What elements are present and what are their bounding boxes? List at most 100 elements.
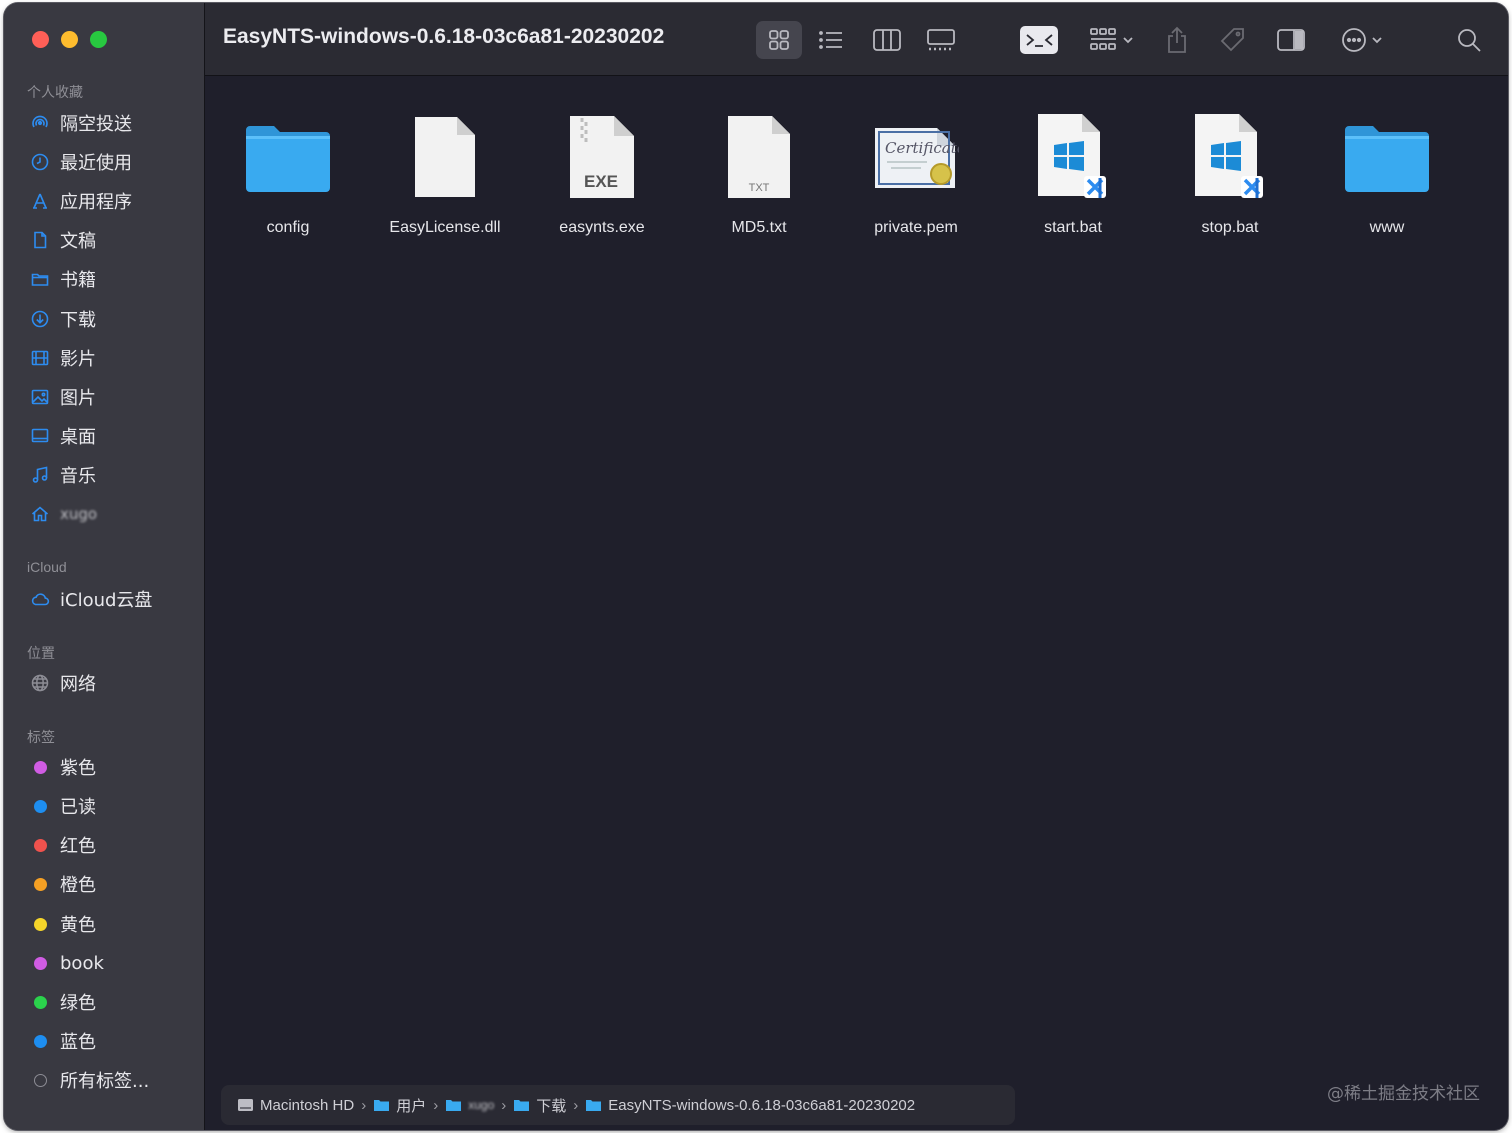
sidebar-item-label: xugo	[60, 505, 98, 523]
sidebar: 个人收藏 隔空投送 最近使用 应用程序 文稿 书籍 下载 影片 图片 桌面 音乐…	[4, 3, 205, 1130]
sidebar-item-desktop[interactable]: 桌面	[28, 420, 96, 452]
tag-dot-icon	[28, 755, 52, 779]
share-icon	[1168, 26, 1186, 53]
sidebar-item-applications[interactable]: 应用程序	[28, 185, 132, 217]
batch-file-icon	[1023, 107, 1123, 207]
sidebar-item-label: 图片	[60, 388, 96, 409]
tag-dot-icon	[28, 833, 52, 857]
tag-dot-icon	[28, 990, 52, 1014]
file-name: www	[1369, 219, 1405, 236]
sidebar-tag-book[interactable]: book	[28, 947, 104, 979]
folder-icon	[514, 1100, 530, 1111]
minimize-button[interactable]	[61, 31, 78, 48]
share-button[interactable]	[1157, 21, 1197, 59]
clock-icon	[28, 150, 52, 174]
file-item[interactable]: start.bat	[995, 107, 1151, 237]
sidebar-item-documents[interactable]: 文稿	[28, 224, 96, 256]
path-bar: Macintosh HD › 用户 › xugo › 下载 › EasyNTS-…	[221, 1085, 1015, 1125]
path-item-disk[interactable]: Macintosh HD	[237, 1097, 354, 1114]
sidebar-tag-green[interactable]: 绿色	[28, 986, 96, 1018]
sidebar-item-label: 影片	[60, 349, 96, 370]
sidebar-item-network[interactable]: 网络	[28, 667, 96, 699]
file-item[interactable]: config	[210, 107, 366, 237]
disk-icon	[238, 1099, 253, 1111]
preview-pane-button[interactable]	[1269, 21, 1313, 59]
path-separator: ›	[501, 1096, 507, 1114]
path-item-home[interactable]: xugo	[445, 1098, 494, 1112]
sidebar-item-books[interactable]: 书籍	[28, 263, 96, 295]
sidebar-item-downloads[interactable]: 下载	[28, 303, 96, 335]
file-item[interactable]: EasyLicense.dll	[367, 107, 523, 237]
file-name: EasyLicense.dll	[389, 219, 501, 236]
file-item[interactable]: EXE easynts.exe	[524, 107, 680, 237]
close-button[interactable]	[32, 31, 49, 48]
icloud-header: iCloud	[27, 559, 67, 575]
sidebar-item-label: 红色	[60, 836, 96, 857]
zoom-button[interactable]	[90, 31, 107, 48]
music-icon	[28, 463, 52, 487]
folder-icon	[446, 1100, 462, 1111]
list-view-button[interactable]	[809, 21, 853, 59]
sidebar-item-label: book	[60, 952, 104, 974]
photo-icon	[28, 385, 52, 409]
home-icon	[28, 502, 52, 526]
folder-icon	[28, 267, 52, 291]
path-label: Macintosh HD	[260, 1096, 355, 1114]
folder-icon	[1337, 107, 1437, 207]
folder-icon	[586, 1100, 602, 1111]
icon-view-button[interactable]	[756, 21, 802, 59]
path-label: xugo	[468, 1098, 495, 1112]
gallery-view-button[interactable]	[919, 21, 963, 59]
finder-window: 个人收藏 隔空投送 最近使用 应用程序 文稿 书籍 下载 影片 图片 桌面 音乐…	[4, 3, 1508, 1130]
sidebar-tag-yellow[interactable]: 黄色	[28, 908, 96, 940]
file-name: MD5.txt	[731, 219, 787, 236]
list-view-icon	[819, 31, 842, 49]
path-label: 下载	[536, 1097, 567, 1115]
terminal-button[interactable]	[1017, 21, 1061, 59]
airdrop-icon	[28, 111, 52, 135]
sidebar-item-pictures[interactable]: 图片	[28, 381, 96, 413]
path-item-downloads[interactable]: 下载	[513, 1095, 566, 1116]
certificate-icon: Certificate	[866, 107, 966, 207]
sidebar-tag-purple[interactable]: 紫色	[28, 751, 96, 783]
sidebar-item-label: 文稿	[60, 231, 96, 252]
executable-icon: EXE	[552, 107, 652, 207]
sidebar-item-label: 所有标签...	[60, 1071, 150, 1092]
film-icon	[28, 346, 52, 370]
tag-icon	[1220, 28, 1244, 52]
file-item[interactable]: www	[1309, 107, 1465, 237]
path-item-current-folder[interactable]: EasyNTS-windows-0.6.18-03c6a81-20230202	[585, 1097, 915, 1114]
tag-dot-icon	[28, 912, 52, 936]
sidebar-item-recents[interactable]: 最近使用	[28, 146, 132, 178]
favorites-header: 个人收藏	[27, 84, 83, 100]
file-item[interactable]: Certificate private.pem	[838, 107, 994, 237]
sidebar-all-tags[interactable]: 所有标签...	[28, 1064, 149, 1096]
column-view-button[interactable]	[865, 21, 909, 59]
sidebar-item-music[interactable]: 音乐	[28, 459, 96, 491]
sidebar-tag-orange[interactable]: 橙色	[28, 868, 96, 900]
sidebar-item-airdrop[interactable]: 隔空投送	[28, 107, 132, 139]
sidebar-tag-blue[interactable]: 蓝色	[28, 1025, 96, 1057]
file-item[interactable]: stop.bat	[1152, 107, 1308, 237]
sidebar-tag-read[interactable]: 已读	[28, 790, 96, 822]
column-view-icon	[873, 29, 901, 51]
group-button[interactable]	[1083, 21, 1141, 59]
download-icon	[28, 307, 52, 331]
search-button[interactable]	[1449, 21, 1489, 59]
sidebar-item-label: 绿色	[60, 993, 96, 1014]
sidebar-tag-red[interactable]: 红色	[28, 829, 96, 861]
file-item[interactable]: TXT MD5.txt	[681, 107, 837, 237]
path-item-users[interactable]: 用户	[373, 1095, 426, 1116]
terminal-icon	[1020, 26, 1058, 54]
desktop-icon	[28, 424, 52, 448]
sidebar-item-icloud-drive[interactable]: iCloud云盘	[28, 583, 152, 615]
tag-button[interactable]	[1211, 21, 1255, 59]
tag-outline-icon	[28, 1068, 52, 1092]
sidebar-item-home[interactable]: xugo	[28, 498, 97, 530]
tag-dot-icon	[28, 872, 52, 896]
blank-document-icon	[395, 107, 495, 207]
sidebar-item-movies[interactable]: 影片	[28, 342, 96, 374]
sidebar-item-label: 最近使用	[60, 153, 132, 174]
folder-icon	[374, 1100, 390, 1111]
more-actions-button[interactable]	[1333, 21, 1391, 59]
